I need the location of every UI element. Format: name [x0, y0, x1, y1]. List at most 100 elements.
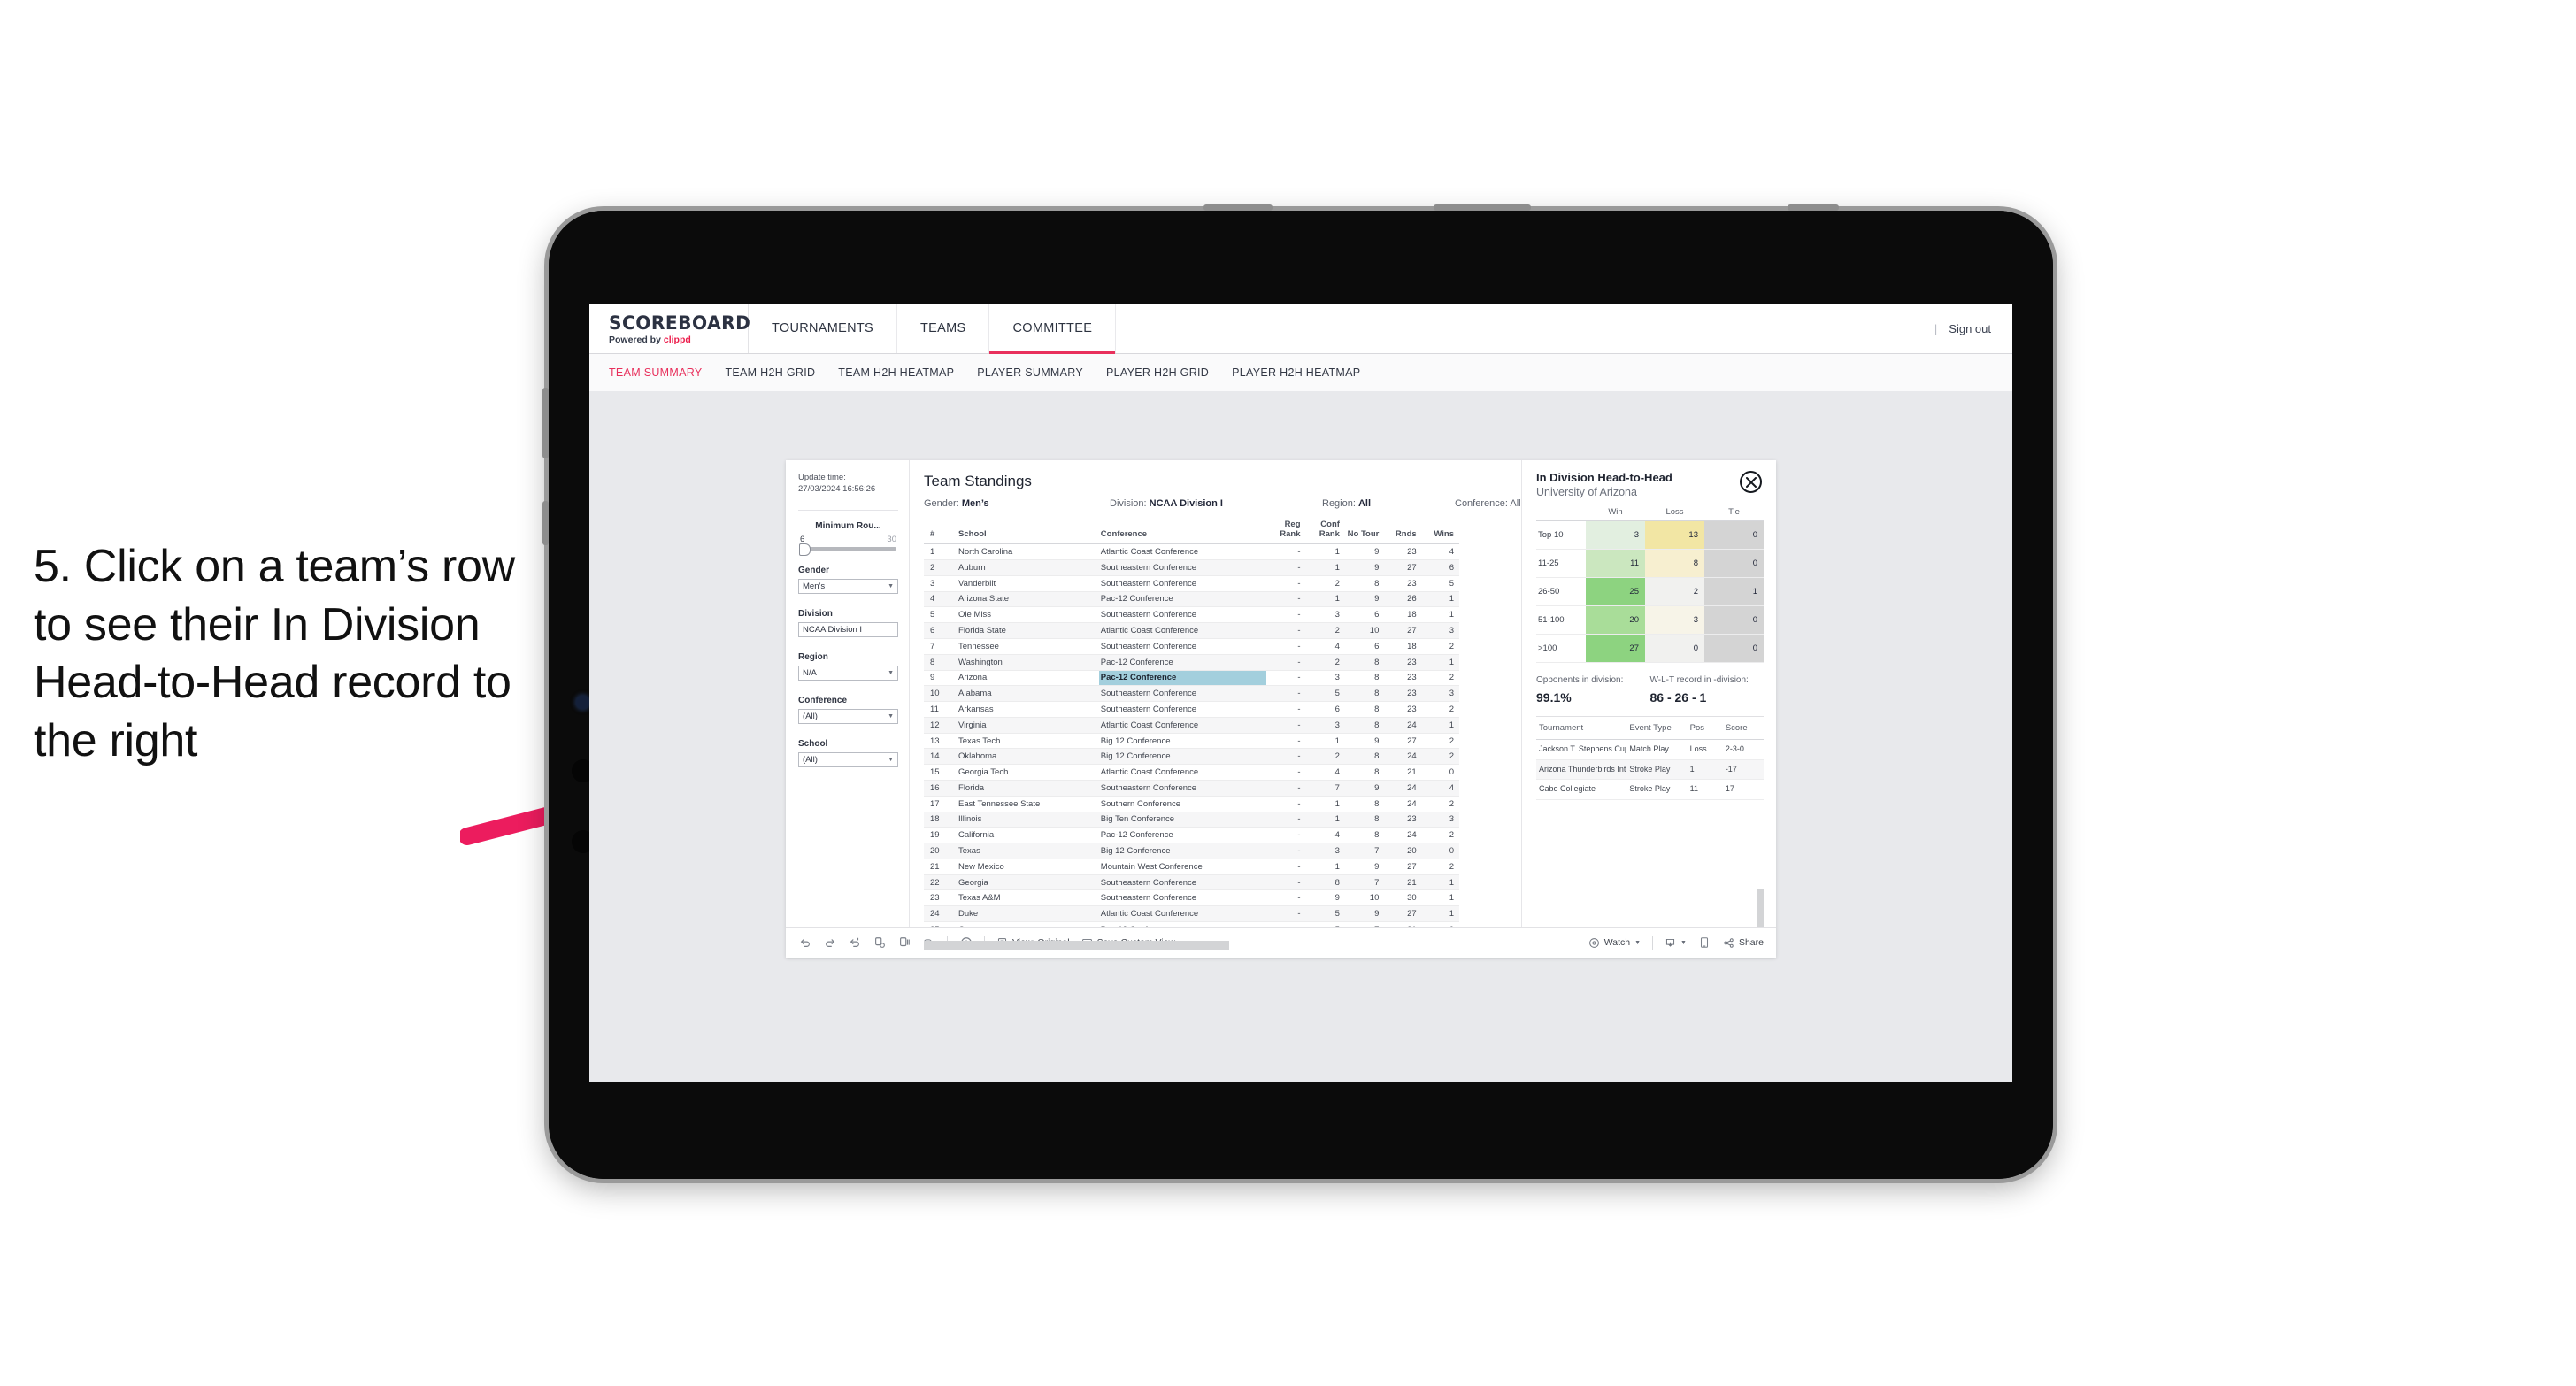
- filter-division-select[interactable]: NCAA Division I: [798, 621, 898, 637]
- tab-player-h2h-grid[interactable]: PLAYER H2H GRID: [1106, 366, 1209, 379]
- brand-wordmark: SCOREBOARD: [609, 312, 751, 334]
- filter-gender-select[interactable]: Men’s ▼: [798, 578, 898, 594]
- table-row[interactable]: 22 Georgia Southeastern Conference -8 7 21 1: [924, 874, 1459, 891]
- minimum-rounds-slider-handle[interactable]: [799, 543, 811, 556]
- download-button[interactable]: ▼: [1665, 937, 1687, 949]
- h2h-cell-win[interactable]: 3: [1586, 520, 1645, 551]
- table-row[interactable]: 14 Oklahoma Big 12 Conference -2 8 24 2: [924, 748, 1459, 766]
- tournament-row[interactable]: Cabo Collegiate Stroke Play 11 17: [1536, 779, 1764, 800]
- redo-icon[interactable]: [823, 936, 836, 950]
- share-button[interactable]: Share: [1723, 937, 1764, 949]
- cell-no-tour: 9: [1344, 733, 1385, 750]
- tournament-results-table: Tournament Event Type Pos Score Jackson …: [1536, 716, 1764, 800]
- tournament-header-row: Tournament Event Type Pos Score: [1536, 716, 1764, 740]
- col-conf-rank[interactable]: Conf Rank: [1305, 518, 1345, 545]
- table-row[interactable]: 1 North Carolina Atlantic Coast Conference…: [924, 543, 1459, 561]
- cell-conference: Southeastern Conference: [1098, 638, 1267, 655]
- tab-team-h2h-grid[interactable]: TEAM H2H GRID: [725, 366, 815, 379]
- table-row[interactable]: 3 Vanderbilt Southeastern Conference -2 8 23 5: [924, 575, 1459, 592]
- table-row[interactable]: 2 Auburn Southeastern Conference -1 9 27 6: [924, 559, 1459, 576]
- table-row[interactable]: 9 Arizona Pac-12 Conference -3 8 23 2: [924, 670, 1459, 687]
- h2h-cell-win[interactable]: 25: [1586, 577, 1645, 607]
- col-reg-rank[interactable]: Reg Rank: [1266, 518, 1306, 545]
- table-row[interactable]: 20 Texas Big 12 Conference -3 7 20 0: [924, 843, 1459, 859]
- table-row[interactable]: 4 Arizona State Pac-12 Conference -1 9 26 1: [924, 591, 1459, 608]
- h2h-cell-win[interactable]: 27: [1586, 634, 1645, 664]
- cell-reg-rank: -: [1266, 685, 1306, 703]
- cell-rnds: 23: [1384, 654, 1422, 671]
- h2h-cell-tie[interactable]: 0: [1704, 634, 1764, 664]
- tournament-row[interactable]: Arizona Thunderbirds IntercollegiateStro…: [1536, 759, 1764, 781]
- col-wins[interactable]: Wins: [1421, 518, 1459, 545]
- brand-logo[interactable]: SCOREBOARD Powered by clippd: [589, 304, 751, 353]
- table-scrollbar-thumb[interactable]: [924, 940, 1229, 950]
- watch-button[interactable]: Watch ▼: [1588, 937, 1641, 949]
- table-row[interactable]: 19 California Pac-12 Conference -4 8 24 2: [924, 827, 1459, 844]
- h2h-cell-tie[interactable]: 0: [1704, 549, 1764, 579]
- h2h-cell-tie[interactable]: 0: [1704, 520, 1764, 551]
- nav-item-committee[interactable]: COMMITTEE: [989, 304, 1117, 354]
- nav-item-tournaments[interactable]: TOURNAMENTS: [749, 304, 898, 353]
- tab-team-summary[interactable]: TEAM SUMMARY: [609, 366, 702, 379]
- filter-school-select[interactable]: (All) ▼: [798, 751, 898, 767]
- table-row[interactable]: 15 Georgia Tech Atlantic Coast Conference -…: [924, 764, 1459, 781]
- col-conference[interactable]: Conference: [1098, 518, 1267, 545]
- tab-player-summary[interactable]: PLAYER SUMMARY: [977, 366, 1083, 379]
- table-row[interactable]: 10 Alabama Southeastern Conference -5 8 23 3: [924, 685, 1459, 703]
- undo-icon[interactable]: [798, 936, 811, 950]
- device-layout-icon[interactable]: [1698, 936, 1711, 950]
- h2h-cell-loss[interactable]: 0: [1645, 634, 1704, 664]
- sign-out-link[interactable]: Sign out: [1949, 322, 1991, 335]
- filter-gender-label: Gender: [798, 565, 830, 575]
- minimum-rounds-slider[interactable]: [799, 543, 896, 556]
- h2h-cell-loss[interactable]: 2: [1645, 577, 1704, 607]
- tab-team-h2h-heatmap[interactable]: TEAM H2H HEATMAP: [838, 366, 954, 379]
- table-row[interactable]: 18 Illinois Big Ten Conference -1 8 23 3: [924, 812, 1459, 828]
- pause-updates-icon[interactable]: [897, 936, 911, 950]
- col-school[interactable]: School: [957, 518, 1099, 545]
- filter-conference-select[interactable]: (All) ▼: [798, 708, 898, 724]
- table-row[interactable]: 11 Arkansas Southeastern Conference -6 8 23 2: [924, 701, 1459, 718]
- table-row[interactable]: 24 Duke Atlantic Coast Conference -5 9 27 1: [924, 905, 1459, 922]
- col-rnds[interactable]: Rnds: [1384, 518, 1422, 545]
- tournament-row[interactable]: Jackson T. Stephens Cup - Men’s Match Pl…: [1536, 739, 1764, 760]
- cell-wins: 0: [1421, 843, 1459, 859]
- cell-reg-rank: -: [1266, 905, 1306, 922]
- h2h-cell-loss[interactable]: 8: [1645, 549, 1704, 579]
- cell-conference: Atlantic Coast Conference: [1098, 543, 1267, 561]
- filter-region-select[interactable]: N/A ▼: [798, 665, 898, 681]
- filter-gender-value: Men’s: [803, 581, 826, 591]
- close-icon[interactable]: [1740, 471, 1762, 493]
- h2h-cell-tie[interactable]: 0: [1704, 605, 1764, 635]
- rail-divider: [798, 509, 898, 511]
- refresh-data-icon[interactable]: [873, 936, 886, 950]
- cell-no-tour: 8: [1344, 796, 1385, 812]
- table-row[interactable]: 16 Florida Southeastern Conference -7 9 24 4: [924, 780, 1459, 797]
- cell-conf-rank: 1: [1305, 859, 1345, 875]
- nav-item-teams[interactable]: TEAMS: [897, 304, 990, 353]
- table-row[interactable]: 5 Ole Miss Southeastern Conference -3 6 18 1: [924, 606, 1459, 624]
- detail-vertical-scrollbar[interactable]: [1757, 889, 1764, 927]
- h2h-cell-win[interactable]: 11: [1586, 549, 1645, 579]
- table-row[interactable]: 7 Tennessee Southeastern Conference -4 6 18 2: [924, 638, 1459, 655]
- table-row[interactable]: 23 Texas A&M Southeastern Conference -9 10 30…: [924, 889, 1459, 907]
- h2h-cell-loss[interactable]: 13: [1645, 520, 1704, 551]
- table-row[interactable]: 17 East Tennessee State Southern Conferenc…: [924, 796, 1459, 812]
- col-no-tour[interactable]: No Tour: [1344, 518, 1385, 545]
- col-rank[interactable]: #: [924, 518, 957, 545]
- table-row[interactable]: 6 Florida State Atlantic Coast Conference -…: [924, 622, 1459, 639]
- table-row[interactable]: 8 Washington Pac-12 Conference -2 8 23 1: [924, 654, 1459, 671]
- device-top-button-1: [1203, 204, 1273, 211]
- table-row[interactable]: 13 Texas Tech Big 12 Conference -1 9 27 2: [924, 733, 1459, 750]
- tab-player-h2h-heatmap[interactable]: PLAYER H2H HEATMAP: [1232, 366, 1360, 379]
- h2h-cell-tie[interactable]: 1: [1704, 577, 1764, 607]
- table-row[interactable]: 21 New Mexico Mountain West Conference -1 9 2…: [924, 859, 1459, 875]
- cell-rnds: 18: [1384, 606, 1422, 624]
- h2h-cell-win[interactable]: 20: [1586, 605, 1645, 635]
- device-volume-down-button: [542, 501, 549, 545]
- revert-icon[interactable]: [848, 936, 861, 950]
- cell-wins: 4: [1421, 543, 1459, 561]
- cell-school: Washington: [957, 654, 1099, 671]
- table-row[interactable]: 12 Virginia Atlantic Coast Conference -3 8 24…: [924, 717, 1459, 734]
- h2h-cell-loss[interactable]: 3: [1645, 605, 1704, 635]
